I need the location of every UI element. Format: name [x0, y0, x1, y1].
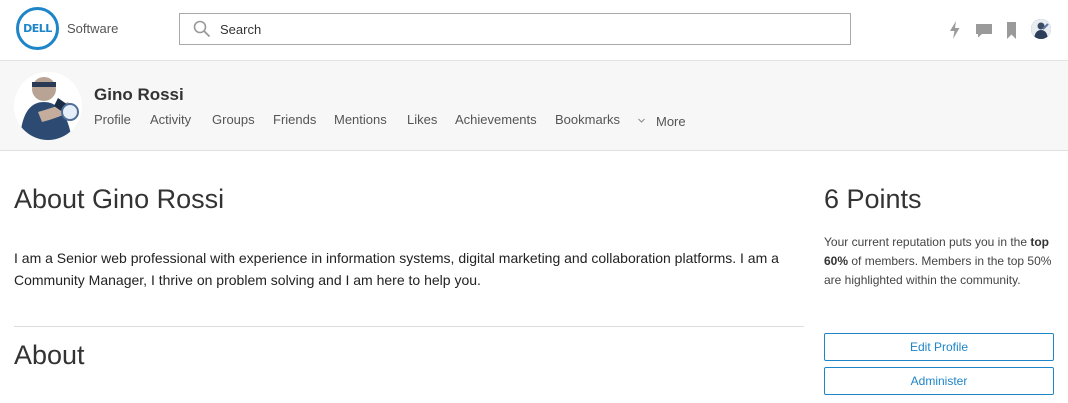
tab-groups[interactable]: Groups: [212, 112, 255, 127]
profile-photo: [14, 72, 82, 140]
points-title: 6 Points: [824, 184, 922, 214]
tab-mentions[interactable]: Mentions: [334, 112, 387, 127]
tab-friends[interactable]: Friends: [273, 112, 316, 127]
tab-achievements[interactable]: Achievements: [455, 112, 537, 127]
bio-text: I am a Senior web professional with expe…: [14, 250, 779, 288]
about-section-title: About: [14, 340, 85, 370]
reputation-text: Your current reputation puts you in the …: [824, 233, 1058, 290]
edit-profile-button[interactable]: Edit Profile: [824, 333, 1054, 361]
tab-likes[interactable]: Likes: [407, 112, 437, 127]
chevron-down-icon: [638, 118, 645, 123]
tab-bookmarks[interactable]: Bookmarks: [555, 112, 620, 127]
reputation-text-start: Your current reputation puts you in the: [824, 235, 1031, 249]
search-input[interactable]: [220, 16, 840, 42]
profile-header: Gino Rossi Profile Activity Groups Frien…: [0, 61, 1068, 151]
user-avatar[interactable]: [1031, 19, 1051, 39]
search-box[interactable]: [179, 13, 851, 45]
administer-button[interactable]: Administer: [824, 367, 1054, 395]
bookmark-icon[interactable]: [1003, 20, 1021, 40]
profile-name: Gino Rossi: [94, 85, 184, 104]
section-divider: [14, 326, 804, 327]
user-avatar-image: [1031, 19, 1051, 39]
tab-profile[interactable]: Profile: [94, 112, 131, 127]
more-menu[interactable]: More: [638, 114, 686, 129]
tab-activity[interactable]: Activity: [150, 112, 191, 127]
about-title: About Gino Rossi: [14, 184, 225, 214]
lightning-icon[interactable]: [946, 20, 964, 40]
reputation-text-end: of members. Members in the top 50% are h…: [824, 254, 1052, 287]
chat-bubble-icon[interactable]: [975, 20, 993, 40]
profile-avatar[interactable]: [14, 72, 82, 140]
top-bar: DELL Software: [0, 0, 1068, 61]
brand-label: Software: [67, 21, 119, 36]
dell-logo[interactable]: DELL: [16, 7, 59, 50]
logo-text: DELL: [23, 22, 52, 35]
more-label: More: [656, 114, 686, 129]
search-icon: [193, 20, 211, 38]
